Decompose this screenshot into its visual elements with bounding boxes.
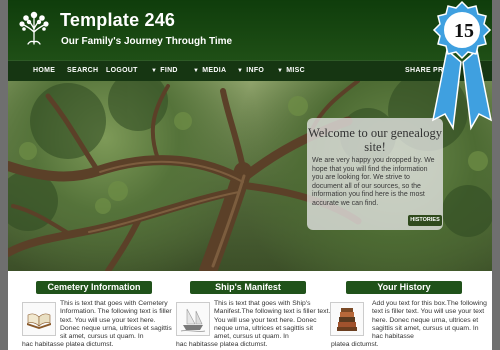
tree-logo-icon[interactable]: [16, 10, 52, 46]
welcome-text: We are very happy you dropped by. We hop…: [312, 157, 435, 207]
histories-button[interactable]: HISTORIES: [408, 215, 442, 226]
nav-media-label: MEDIA: [202, 67, 227, 74]
site-header: Template 246 Our Family's Journey Throug…: [8, 0, 492, 60]
books-icon: [330, 302, 364, 336]
nav-logout[interactable]: LOGOUT: [106, 67, 138, 74]
your-history-heading[interactable]: Your History: [346, 281, 462, 294]
nav-search[interactable]: SEARCH: [67, 67, 98, 74]
your-history-text: Add you text for this box.The following …: [372, 300, 487, 341]
ships-manifest-heading[interactable]: Ship's Manifest: [190, 281, 306, 294]
caret-down-icon: ▼: [151, 68, 158, 74]
nav-find[interactable]: ▼ FIND: [151, 67, 178, 74]
main-nav: HOME SEARCH LOGOUT ▼ FIND ▼ MEDIA ▼ INFO ▼ M…: [8, 60, 492, 81]
nav-misc[interactable]: ▼ MISC: [277, 67, 305, 74]
ship-icon: [176, 302, 210, 336]
nav-info-label: INFO: [246, 67, 265, 74]
cemetery-information-heading[interactable]: Cemetery Information: [36, 281, 152, 294]
cemetery-information-text: This is text that goes with Cemetery Inf…: [60, 300, 172, 341]
site-title[interactable]: Template 246: [60, 10, 175, 31]
site-tagline: Our Family's Journey Through Time: [61, 36, 233, 47]
book-icon: [22, 302, 56, 336]
nav-find-label: FIND: [160, 67, 178, 74]
welcome-panel: Welcome to our genealogy site! We are ve…: [307, 118, 443, 230]
nav-info[interactable]: ▼ INFO: [237, 67, 264, 74]
cemetery-information-text-tail: hac habitasse platea dictumst.: [22, 341, 114, 348]
nav-home[interactable]: HOME: [33, 67, 55, 74]
welcome-title: Welcome to our genealogy site!: [307, 126, 442, 154]
nav-media[interactable]: ▼ MEDIA: [193, 67, 226, 74]
ships-manifest-text-tail: hac habitasse platea dictumst.: [176, 341, 268, 348]
caret-down-icon: ▼: [237, 68, 244, 74]
your-history-text-tail: platea dictumst.: [331, 341, 379, 348]
caret-down-icon: ▼: [193, 68, 200, 74]
award-number: 15: [454, 20, 474, 42]
nav-misc-label: MISC: [286, 67, 305, 74]
page-frame: Template 246 Our Family's Journey Throug…: [8, 0, 492, 350]
caret-down-icon: ▼: [277, 68, 284, 74]
ships-manifest-text: This is text that goes with Ship's Manif…: [214, 300, 331, 341]
